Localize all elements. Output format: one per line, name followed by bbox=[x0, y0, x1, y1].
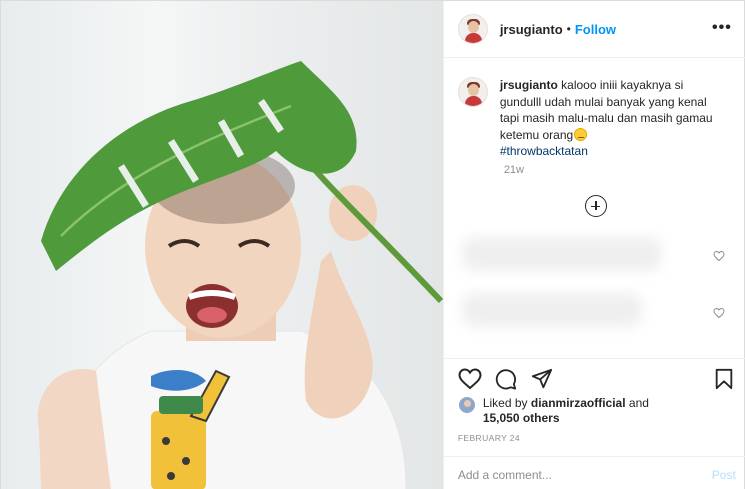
heart-icon[interactable] bbox=[458, 368, 482, 390]
likes-summary: Liked by dianmirzaofficial and 15,050 ot… bbox=[457, 396, 649, 426]
liker-username[interactable]: dianmirzaofficial bbox=[531, 396, 626, 410]
likes-and: and bbox=[628, 396, 649, 410]
liker-avatar[interactable] bbox=[457, 396, 476, 414]
action-bar: Liked by dianmirzaofficial and 15,050 ot… bbox=[443, 358, 745, 489]
blurred-comment bbox=[461, 237, 662, 271]
post-header: jrsugianto • Follow ••• bbox=[443, 1, 745, 58]
post-comment-button[interactable]: Post bbox=[712, 468, 736, 482]
likes-others-link[interactable]: 15,050 others bbox=[483, 411, 560, 425]
caption-time-ago: 21w bbox=[503, 164, 524, 176]
author-username[interactable]: jrsugianto bbox=[500, 22, 563, 37]
more-options-icon[interactable]: ••• bbox=[712, 19, 732, 37]
caption-hashtag[interactable]: #throwbacktatan bbox=[500, 143, 726, 160]
photo-illustration bbox=[1, 1, 443, 489]
post-date[interactable]: FEBRUARY 24 bbox=[458, 433, 520, 443]
likes-text: Liked by dianmirzaofficial and 15,050 ot… bbox=[483, 396, 649, 426]
caption-avatar[interactable] bbox=[457, 77, 488, 107]
likes-prefix: Liked by bbox=[482, 396, 528, 410]
caption-body: jrsugianto kalooo iniii kayaknya si gund… bbox=[500, 77, 726, 160]
header-separator: • bbox=[566, 22, 571, 36]
share-icon[interactable] bbox=[530, 368, 554, 390]
instagram-post: jrsugianto • Follow ••• jrsugianto kaloo… bbox=[0, 0, 745, 489]
comment-like-heart-icon[interactable] bbox=[713, 307, 725, 319]
comment-form: Add a comment... Post bbox=[443, 456, 745, 489]
grinning-face-emoji-icon bbox=[574, 127, 588, 141]
load-more-comments-icon[interactable] bbox=[584, 195, 607, 217]
comment-icon[interactable] bbox=[494, 368, 518, 390]
comment-like-heart-icon[interactable] bbox=[713, 250, 725, 262]
author-avatar[interactable] bbox=[457, 14, 488, 44]
add-comment-input[interactable]: Add a comment... bbox=[458, 468, 552, 482]
bookmark-icon[interactable] bbox=[714, 368, 734, 390]
caption-username[interactable]: jrsugianto bbox=[500, 78, 558, 92]
post-panel: jrsugianto • Follow ••• jrsugianto kaloo… bbox=[442, 1, 745, 489]
post-photo[interactable] bbox=[1, 1, 443, 489]
caption: jrsugianto kalooo iniii kayaknya si gund… bbox=[457, 77, 738, 160]
follow-button[interactable]: Follow bbox=[575, 22, 616, 37]
blurred-comment bbox=[461, 293, 642, 327]
